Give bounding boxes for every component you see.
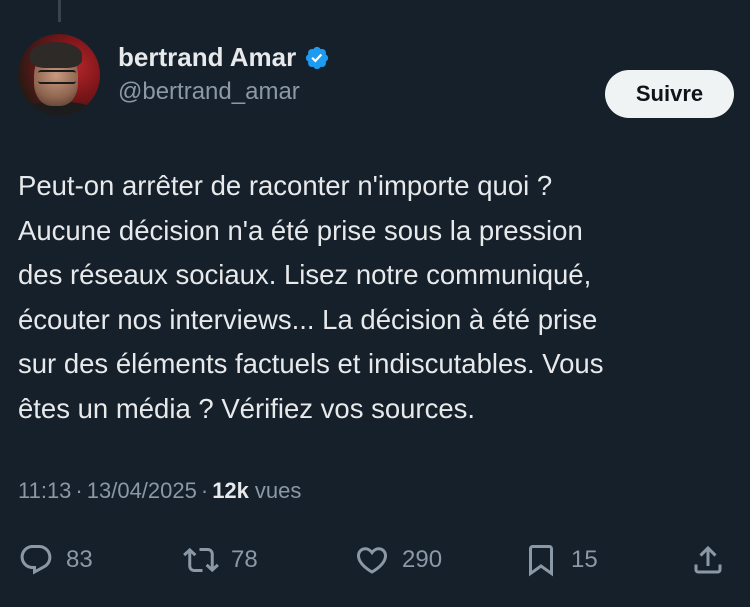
reply-button[interactable]: 83 [18,538,93,582]
tweet-date[interactable]: 13/04/2025 [87,478,197,504]
follow-button[interactable]: Suivre [605,70,734,118]
retweet-count: 78 [231,546,258,573]
meta-separator: · [75,478,83,503]
like-button[interactable]: 290 [354,538,442,582]
verified-badge-icon [304,45,330,71]
retweet-button[interactable]: 78 [183,538,258,582]
meta-separator: · [200,478,209,503]
author-display-name[interactable]: bertrand Amar [118,42,296,73]
like-count: 290 [402,546,443,573]
tweet-header: bertrand Amar @bertrand_amar Suivre [18,34,734,118]
bookmark-count: 15 [571,546,598,573]
avatar[interactable] [18,34,100,116]
reply-icon [20,545,52,575]
tweet-body-text: Peut-on arrêter de raconter n'importe qu… [18,170,604,424]
author-name-row: bertrand Amar [118,42,330,73]
heart-icon [356,547,388,574]
reply-count: 83 [66,546,93,573]
tweet-meta: 11:13 · 13/04/2025 · 12k vues [18,478,301,504]
tweet-time[interactable]: 11:13 [18,478,71,504]
thread-connector-line [58,0,61,22]
share-button[interactable] [690,538,726,582]
author-handle[interactable]: @bertrand_amar [118,78,300,106]
share-icon [694,545,722,574]
bookmark-button[interactable]: 15 [523,538,598,582]
views-count: 12k [212,478,249,503]
bookmark-icon [529,545,553,577]
tweet-actions-bar: 83 78 290 15 [18,538,730,582]
views-label: vues [254,478,302,503]
retweet-icon [183,547,219,573]
